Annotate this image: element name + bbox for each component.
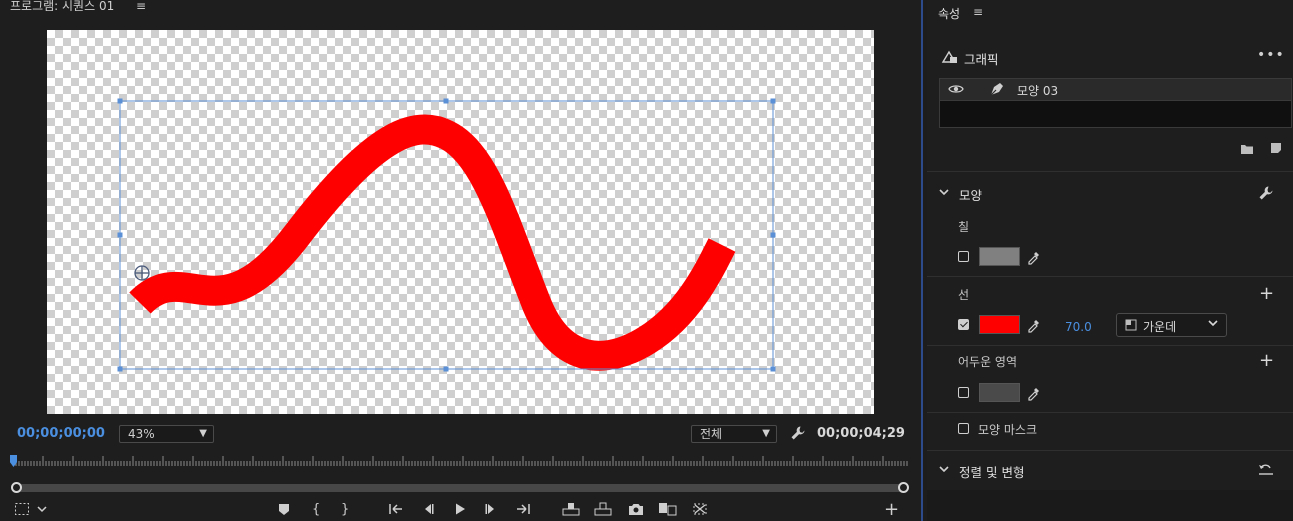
mark-in-icon[interactable]: { [312, 502, 320, 518]
stroke-alignment-value: 가운데 [1143, 320, 1177, 334]
time-ruler[interactable] [10, 452, 910, 470]
add-button-icon[interactable]: + [884, 501, 899, 519]
graphic-shapes-icon [941, 49, 959, 68]
fill-checkbox[interactable] [958, 251, 969, 262]
zoom-scrollbar[interactable] [16, 484, 904, 492]
shape-mask-checkbox[interactable] [958, 423, 969, 434]
step-back-icon[interactable] [421, 502, 435, 521]
new-group-folder-icon[interactable] [1240, 143, 1254, 158]
pen-icon [988, 81, 1006, 100]
shape-section-title[interactable]: 모양 [959, 185, 982, 204]
properties-title[interactable]: 속성 [938, 5, 960, 22]
graphic-label: 그래픽 [964, 52, 999, 67]
export-frame-icon[interactable] [628, 502, 644, 521]
resolution-dropdown[interactable]: 전체 ▼ [691, 425, 777, 443]
extract-icon[interactable] [594, 502, 612, 521]
shape-mask-label: 모양 마스크 [978, 423, 1038, 437]
fill-label: 칠 [958, 220, 970, 234]
add-stroke-icon[interactable]: + [1259, 285, 1274, 303]
divider [927, 345, 1293, 346]
new-layer-icon[interactable] [1270, 142, 1282, 157]
monitor-title[interactable]: 프로그램: 시퀀스 01 [10, 0, 114, 14]
chevron-down-icon [1207, 318, 1219, 331]
more-options-icon[interactable]: ••• [1257, 47, 1285, 63]
divider [927, 412, 1293, 413]
chevron-down-icon: ▼ [762, 428, 770, 439]
shadow-label: 어두운 영역 [958, 355, 1018, 369]
stroke-alignment-dropdown[interactable]: 가운데 [1116, 313, 1227, 337]
duration-timecode: 00;00;04;29 [817, 426, 905, 441]
panel-menu-icon[interactable]: ≡ [973, 5, 983, 19]
play-icon[interactable] [453, 502, 467, 521]
layer-row[interactable]: 모양 03 [940, 79, 1291, 101]
properties-panel: 속성 ≡ 그래픽 ••• 모양 03 모양 칠 선 + 70.0 가운데 어두운… [927, 0, 1293, 521]
proxy-icon[interactable] [692, 502, 708, 521]
stroke-label: 선 [958, 288, 970, 302]
eye-icon[interactable] [948, 83, 964, 98]
select-zoom-icon[interactable] [14, 502, 48, 521]
anchor-point-icon[interactable] [134, 265, 150, 281]
panel-divider[interactable] [921, 0, 923, 521]
shadow-color-swatch[interactable] [979, 383, 1020, 402]
marker-icon[interactable] [278, 502, 290, 521]
stroke-color-swatch[interactable] [979, 315, 1020, 334]
layers-list[interactable]: 모양 03 [939, 78, 1292, 128]
chevron-down-icon[interactable] [938, 186, 950, 200]
eyedropper-icon[interactable] [1026, 317, 1042, 336]
video-canvas[interactable] [47, 30, 874, 414]
mark-out-icon[interactable]: } [341, 502, 349, 518]
divider [927, 276, 1293, 277]
step-forward-icon[interactable] [484, 502, 498, 521]
stroke-width-value[interactable]: 70.0 [1065, 320, 1092, 334]
current-timecode[interactable]: 00;00;00;00 [17, 426, 105, 441]
settings-wrench-icon[interactable] [790, 425, 806, 445]
program-monitor-panel: 프로그램: 시퀀스 01 ≡ 00;00;00;00 43% ▼ 전체 ▼ 00… [0, 0, 922, 521]
zoom-value: 43% [128, 427, 155, 441]
resolution-value: 전체 [700, 427, 723, 441]
chevron-down-icon: ▼ [199, 428, 207, 439]
add-shadow-icon[interactable]: + [1259, 352, 1274, 370]
layer-name: 모양 03 [1017, 84, 1059, 98]
canvas-graphics [117, 98, 776, 372]
wrench-icon[interactable] [1258, 185, 1274, 204]
divider [927, 171, 1293, 172]
transport-controls: { } + [0, 500, 922, 521]
stroke-checkbox[interactable] [958, 319, 969, 330]
stroke-alignment-icon [1125, 319, 1137, 334]
zoom-dropdown[interactable]: 43% ▼ [119, 425, 214, 443]
divider [927, 450, 1293, 451]
lift-icon[interactable] [562, 502, 580, 521]
fill-color-swatch[interactable] [979, 247, 1020, 266]
compare-icon[interactable] [658, 502, 678, 521]
align-transform-section-title[interactable]: 정렬 및 변형 [959, 462, 1024, 481]
eyedropper-icon[interactable] [1026, 249, 1042, 268]
go-to-out-icon[interactable] [515, 502, 531, 521]
chevron-down-icon[interactable] [938, 463, 950, 477]
red-wave-shape[interactable] [129, 114, 736, 371]
scrollbar-left-handle[interactable] [11, 482, 22, 493]
shadow-checkbox[interactable] [958, 387, 969, 398]
panel-bottom-bar [927, 490, 1293, 521]
panel-menu-icon[interactable]: ≡ [136, 0, 146, 13]
scrollbar-right-handle[interactable] [898, 482, 909, 493]
reset-icon[interactable] [1257, 462, 1275, 479]
go-to-in-icon[interactable] [388, 502, 404, 521]
eyedropper-icon[interactable] [1026, 385, 1042, 404]
